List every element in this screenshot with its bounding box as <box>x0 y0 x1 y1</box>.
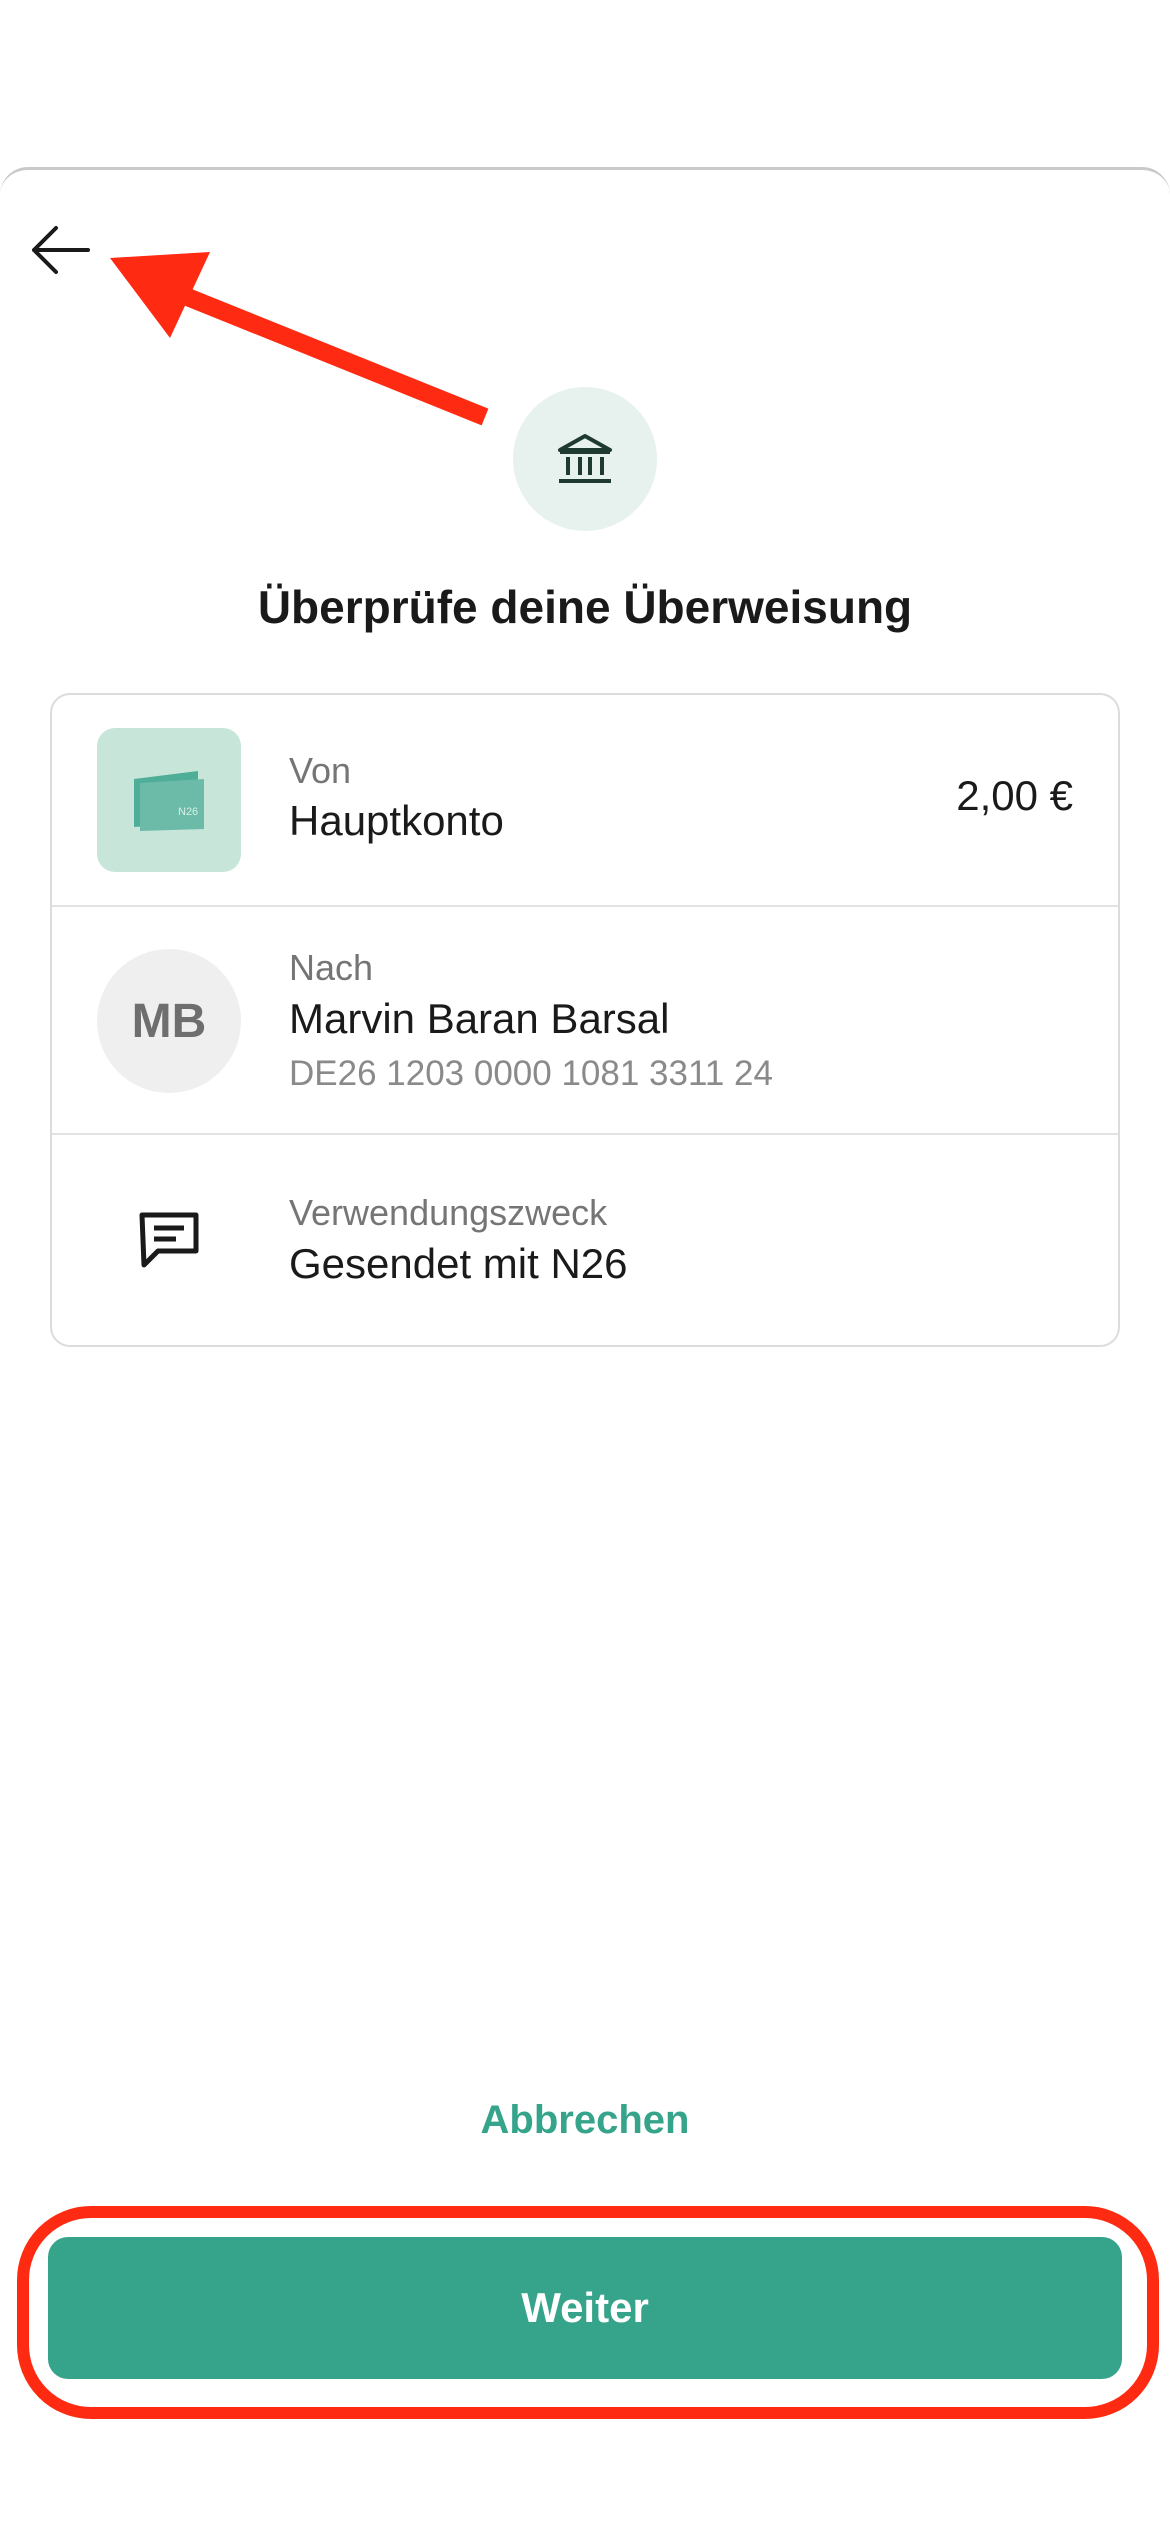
recipient-iban: DE26 1203 0000 1081 3311 24 <box>289 1054 773 1093</box>
bank-icon <box>558 434 612 483</box>
reference-label: Verwendungszweck <box>289 1192 608 1233</box>
card-logo-text: N26 <box>178 806 198 818</box>
to-label: Nach <box>289 947 374 988</box>
transfer-amount: 2,00 € <box>956 772 1073 819</box>
reference-value: Gesendet mit N26 <box>289 1240 628 1287</box>
continue-button[interactable]: Weiter <box>48 2237 1122 2379</box>
transfer-review-screen: Überprüfe deine Überweisung N26 Von Haup… <box>0 0 1170 2532</box>
message-icon <box>139 1212 199 1268</box>
recipient-row: MB Nach Marvin Baran Barsal DE26 1203 00… <box>52 907 1118 1135</box>
bank-icon-badge <box>513 387 657 531</box>
from-account-row: N26 Von Hauptkonto 2,00 € <box>52 695 1118 907</box>
back-button[interactable] <box>20 210 100 290</box>
cancel-button[interactable]: Abbrechen <box>385 2085 785 2155</box>
account-card-tile: N26 <box>97 728 241 872</box>
page-title: Überprüfe deine Überweisung <box>257 581 913 633</box>
recipient-name: Marvin Baran Barsal <box>289 995 670 1042</box>
from-account-name: Hauptkonto <box>289 797 504 844</box>
reference-row: Verwendungszweck Gesendet mit N26 <box>52 1135 1118 1345</box>
transfer-summary-card: N26 Von Hauptkonto 2,00 € MB Nach Marvin… <box>50 693 1120 1347</box>
account-card-icon: N26 <box>134 771 204 831</box>
from-label: Von <box>289 750 352 791</box>
recipient-avatar: MB <box>97 949 241 1093</box>
arrow-left-icon <box>32 226 90 274</box>
